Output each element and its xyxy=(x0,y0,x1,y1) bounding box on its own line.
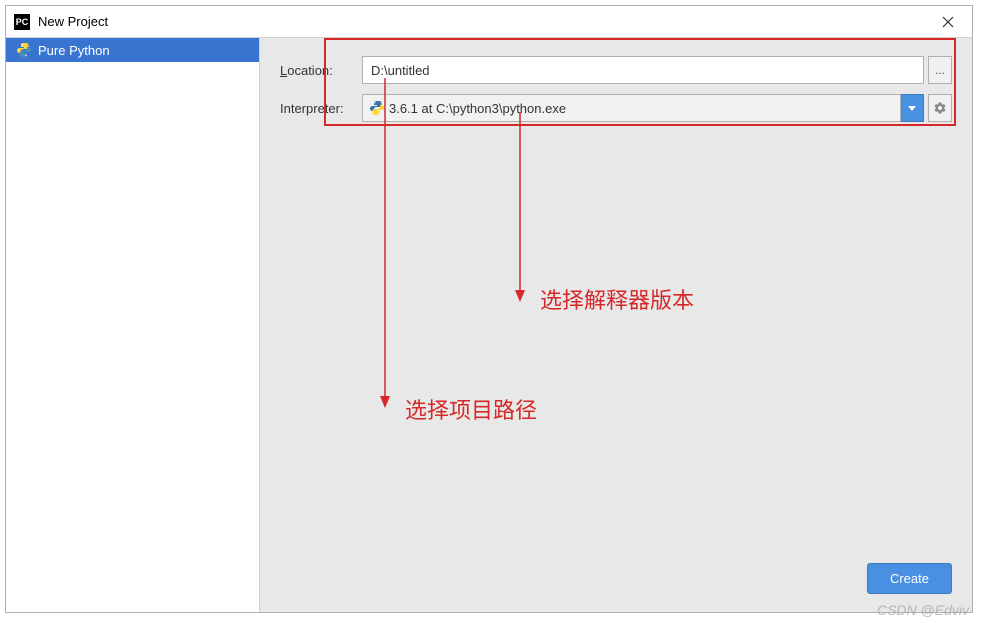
annotation-interpreter-text: 选择解释器版本 xyxy=(540,283,694,315)
interpreter-select[interactable]: 3.6.1 at C:\python3\python.exe xyxy=(362,94,901,122)
location-row: Location: ... xyxy=(280,56,952,84)
python-icon xyxy=(369,100,385,116)
titlebar: PC New Project xyxy=(6,6,972,38)
location-label: Location: xyxy=(280,63,362,78)
location-input[interactable] xyxy=(362,56,924,84)
interpreter-label: Interpreter: xyxy=(280,101,362,116)
new-project-dialog: PC New Project Pure Pyt xyxy=(5,5,973,613)
interpreter-settings-button[interactable] xyxy=(928,94,952,122)
close-icon xyxy=(942,16,954,28)
interpreter-value: 3.6.1 at C:\python3\python.exe xyxy=(389,101,566,116)
browse-button[interactable]: ... xyxy=(928,56,952,84)
interpreter-row: Interpreter: 3.6.1 at C:\python3\python.… xyxy=(280,94,952,122)
window-title: New Project xyxy=(38,14,932,29)
app-icon-label: PC xyxy=(16,17,29,27)
project-type-sidebar: Pure Python xyxy=(6,38,260,612)
sidebar-item-label: Pure Python xyxy=(38,43,110,58)
annotation-arrow-interpreter xyxy=(510,112,530,302)
close-button[interactable] xyxy=(932,10,964,34)
interpreter-dropdown-button[interactable] xyxy=(900,94,924,122)
python-icon xyxy=(16,42,32,58)
gear-icon xyxy=(933,101,947,115)
main-content: Pure Python Location: ... Interpreter: xyxy=(6,38,972,612)
chevron-down-icon xyxy=(908,106,916,111)
annotation-arrow-path xyxy=(375,78,395,408)
sidebar-item-pure-python[interactable]: Pure Python xyxy=(6,38,259,62)
annotation-path-text: 选择项目路径 xyxy=(405,393,537,425)
app-icon: PC xyxy=(14,14,30,30)
form-panel: Location: ... Interpreter: xyxy=(260,38,972,612)
create-button[interactable]: Create xyxy=(867,563,952,594)
